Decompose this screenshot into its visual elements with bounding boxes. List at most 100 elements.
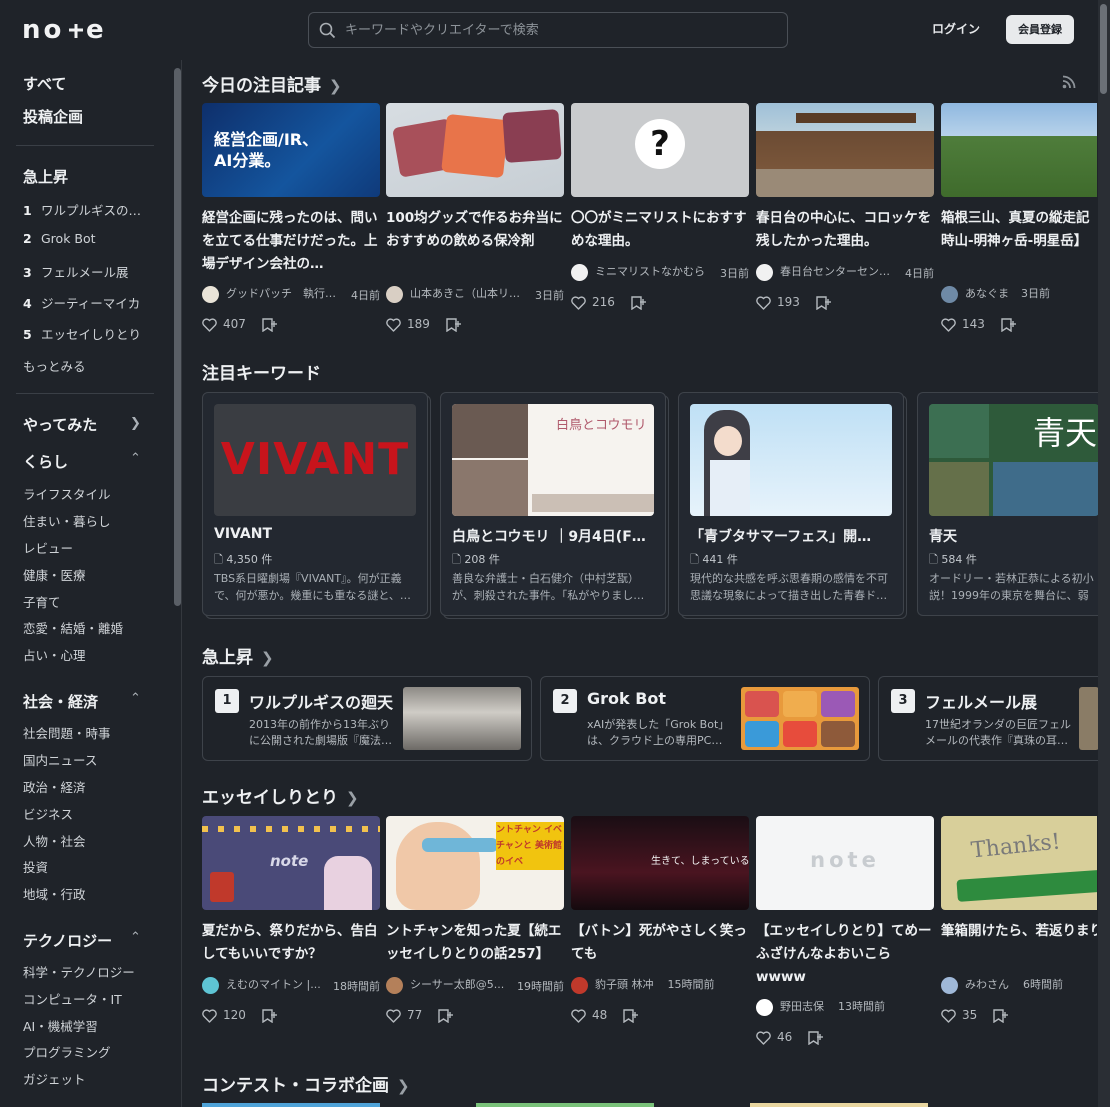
article-title[interactable]: 筆箱開けたら、若返りまり bbox=[941, 920, 1097, 966]
article-card[interactable]: ントチャン イベチャンと 美術館のイベ ントチャンを知った夏【続エッセイしりとり… bbox=[386, 816, 564, 1030]
article-card[interactable]: 箱根三山、真夏の縦走記【金時山-明神ヶ岳-明星岳】 あなぐま3日前 143 bbox=[941, 103, 1097, 343]
article-title[interactable]: 夏だから、祭りだから、告白してもいいですか？ bbox=[202, 920, 380, 966]
sidebar-subitem[interactable]: AI・機械学習 bbox=[23, 1016, 98, 1035]
heart-icon[interactable] bbox=[386, 317, 401, 332]
article-thumbnail[interactable]: 生きて、しまっている。 bbox=[571, 816, 749, 910]
article-title[interactable]: 100均グッズで作るお弁当におすすめの飲める保冷剤 bbox=[386, 207, 564, 276]
article-author[interactable]: 豹子頭 林冲 15時間前 bbox=[571, 976, 749, 994]
login-link[interactable]: ログイン bbox=[932, 20, 980, 37]
page-scrollbar-thumb[interactable] bbox=[1100, 4, 1107, 94]
article-title[interactable]: 箱根三山、真夏の縦走記【金時山-明神ヶ岳-明星岳】 bbox=[941, 207, 1097, 276]
heart-icon[interactable] bbox=[386, 1008, 401, 1023]
bookmark-add-icon[interactable] bbox=[816, 295, 832, 310]
sidebar-subitem[interactable]: 住まい・暮らし bbox=[23, 511, 111, 530]
article-title[interactable]: 経営企画に残ったのは、問いを立てる仕事だけだった。上場デザイン会社の… bbox=[202, 207, 380, 276]
sidebar-subitem[interactable]: ガジェット bbox=[23, 1069, 86, 1088]
contest-banner[interactable] bbox=[476, 1103, 654, 1107]
article-author[interactable]: グッドパッチ 執行… 4日前 bbox=[202, 285, 380, 303]
search-input[interactable] bbox=[345, 13, 775, 47]
sidebar-subitem[interactable]: プログラミング bbox=[23, 1042, 111, 1061]
sidebar-subitem[interactable]: 健康・医療 bbox=[23, 565, 86, 584]
article-author[interactable]: 春日台センターセン… 4日前 bbox=[756, 263, 934, 281]
heart-icon[interactable] bbox=[941, 1008, 956, 1023]
sidebar-subitem[interactable]: 恋愛・結婚・離婚 bbox=[23, 618, 123, 637]
article-title[interactable]: 〇〇がミニマリストにおすすめな理由。 bbox=[571, 207, 749, 253]
article-thumbnail[interactable]: note bbox=[756, 816, 934, 910]
bookmark-add-icon[interactable] bbox=[446, 317, 462, 332]
article-card[interactable]: 春日台の中心に、コロッケを残したかった理由。 春日台センターセン… 4日前 193 bbox=[756, 103, 934, 343]
article-thumbnail[interactable]: ? bbox=[571, 103, 749, 197]
sidebar-subitem[interactable]: 政治・経済 bbox=[23, 777, 86, 796]
sidebar-trending-item[interactable]: 3 フェルメール展 bbox=[23, 262, 129, 281]
contest-banner[interactable] bbox=[750, 1103, 928, 1107]
bookmark-add-icon[interactable] bbox=[438, 1008, 454, 1023]
section-title-today[interactable]: 今日の注目記事 ❯ bbox=[202, 71, 342, 96]
bookmark-add-icon[interactable] bbox=[631, 295, 647, 310]
article-author[interactable]: 野田志保 13時間前 bbox=[756, 998, 934, 1016]
bookmark-add-icon[interactable] bbox=[808, 1030, 824, 1045]
bookmark-add-icon[interactable] bbox=[1001, 317, 1017, 332]
chevron-up-icon[interactable]: ⌃ bbox=[130, 691, 141, 706]
contest-banner[interactable] bbox=[202, 1103, 380, 1107]
article-author[interactable]: あなぐま 3日前 bbox=[941, 285, 1097, 303]
keyword-card[interactable]: 「青ブタサマーフェス」開… 🗋 441 件 現代的な共感を呼ぶ思春期の感情を不可… bbox=[678, 392, 904, 616]
article-author[interactable]: ミニマリストなかむら 3日前 bbox=[571, 263, 749, 281]
sidebar-trending-item[interactable]: 5 エッセイしりとり bbox=[23, 324, 141, 343]
article-card[interactable]: note 夏だから、祭りだから、告白してもいいですか？ えむのマイトン |...… bbox=[202, 816, 380, 1030]
chevron-up-icon[interactable]: ⌃ bbox=[130, 451, 141, 466]
page-scrollbar[interactable] bbox=[1098, 0, 1110, 1107]
sidebar-category-shakai[interactable]: 社会・経済 bbox=[23, 691, 98, 712]
article-thumbnail[interactable]: 経営企画/IR、AI分業。 bbox=[202, 103, 380, 197]
heart-icon[interactable] bbox=[571, 1008, 586, 1023]
sidebar-subitem[interactable]: レビュー bbox=[23, 538, 73, 557]
heart-icon[interactable] bbox=[571, 295, 586, 310]
article-title[interactable]: ントチャンを知った夏【続エッセイしりとりの話257】 bbox=[386, 920, 564, 966]
register-button[interactable]: 会員登録 bbox=[1006, 15, 1074, 44]
sidebar-subitem[interactable]: 占い・心理 bbox=[23, 645, 86, 664]
heart-icon[interactable] bbox=[756, 295, 771, 310]
sidebar-trending-item[interactable]: 4 ジーティーマイカ bbox=[23, 293, 140, 312]
article-thumbnail[interactable] bbox=[386, 103, 564, 197]
sidebar-subitem[interactable]: 社会問題・時事 bbox=[23, 723, 111, 742]
sidebar-item-all[interactable]: すべて bbox=[23, 73, 66, 94]
heart-icon[interactable] bbox=[202, 1008, 217, 1023]
heart-icon[interactable] bbox=[941, 317, 956, 332]
sidebar-item-post-projects[interactable]: 投稿企画 bbox=[23, 106, 83, 127]
sidebar-category-yattemita[interactable]: やってみた bbox=[23, 414, 97, 435]
article-title[interactable]: 【バトン】死がやさしく笑っても bbox=[571, 920, 749, 966]
sidebar-subitem[interactable]: 人物・社会 bbox=[23, 831, 86, 850]
keyword-card[interactable]: VIVANT VIVANT 🗋 4,350 件 TBS系日曜劇場『VIVANT』… bbox=[202, 392, 428, 616]
article-card[interactable]: 経営企画/IR、AI分業。 経営企画に残ったのは、問いを立てる仕事だけだった。上… bbox=[202, 103, 380, 343]
sidebar-trending-item[interactable]: 2 Grok Bot bbox=[23, 231, 96, 246]
sidebar-subitem[interactable]: コンピュータ・IT bbox=[23, 989, 122, 1008]
heart-icon[interactable] bbox=[202, 317, 217, 332]
sidebar-subitem[interactable]: 科学・テクノロジー bbox=[23, 962, 135, 981]
chevron-right-icon[interactable]: ❯ bbox=[130, 416, 141, 431]
section-title-trending[interactable]: 急上昇 ❯ bbox=[202, 643, 274, 668]
sidebar-subitem[interactable]: 地域・行政 bbox=[23, 884, 86, 903]
sidebar-subitem[interactable]: ライフスタイル bbox=[23, 484, 111, 503]
article-thumbnail[interactable] bbox=[756, 103, 934, 197]
section-title-essay[interactable]: エッセイしりとり ❯ bbox=[202, 783, 359, 808]
note-logo[interactable]: no e bbox=[22, 16, 114, 42]
article-thumbnail[interactable]: Thanks! bbox=[941, 816, 1097, 910]
search-box[interactable] bbox=[308, 12, 788, 48]
sidebar-trending-item[interactable]: 1 ワルプルギスの… bbox=[23, 200, 141, 219]
sidebar-category-tech[interactable]: テクノロジー bbox=[23, 930, 112, 951]
article-thumbnail[interactable]: ントチャン イベチャンと 美術館のイベ bbox=[386, 816, 564, 910]
article-card[interactable]: note 【エッセイしりとり】てめーふざけんなよおいこらwwww 野田志保 13時… bbox=[756, 816, 934, 1052]
bookmark-add-icon[interactable] bbox=[262, 1008, 278, 1023]
keyword-card[interactable]: 白鳥とコウモリ 白鳥とコウモリ ｜9月4日(F… 🗋 208 件 善良な弁護士・… bbox=[440, 392, 666, 616]
article-card[interactable]: 生きて、しまっている。 【バトン】死がやさしく笑っても 豹子頭 林冲 15時間前 … bbox=[571, 816, 749, 1030]
heart-icon[interactable] bbox=[756, 1030, 771, 1045]
article-thumbnail[interactable] bbox=[941, 103, 1097, 197]
article-author[interactable]: みわさん 6時間前 bbox=[941, 976, 1097, 994]
bookmark-add-icon[interactable] bbox=[262, 317, 278, 332]
sidebar-subitem[interactable]: ビジネス bbox=[23, 804, 73, 823]
article-author[interactable]: えむのマイトン |... 18時間前 bbox=[202, 976, 380, 994]
sidebar-category-kurashi[interactable]: くらし bbox=[23, 451, 68, 472]
chevron-up-icon[interactable]: ⌃ bbox=[130, 930, 141, 945]
article-card[interactable]: ? 〇〇がミニマリストにおすすめな理由。 ミニマリストなかむら 3日前 216 bbox=[571, 103, 749, 343]
keyword-card[interactable]: 青天 青天 🗋 584 件 オードリー・若林正恭による初小説！1999年の東京を… bbox=[917, 392, 1099, 616]
article-author[interactable]: シーサー太郎@5... 19時間前 bbox=[386, 976, 564, 994]
